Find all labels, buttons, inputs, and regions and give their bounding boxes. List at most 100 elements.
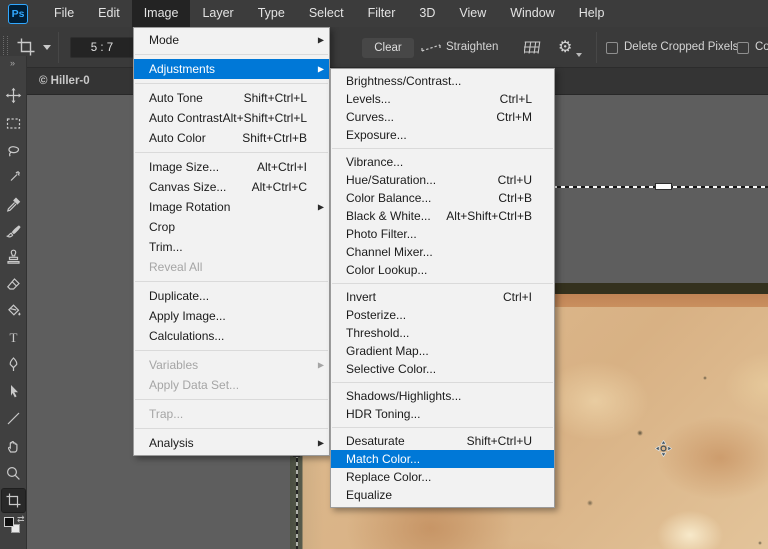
- menu-item-posterize[interactable]: Posterize...: [331, 306, 554, 324]
- menu-item-auto-color[interactable]: Auto ColorShift+Ctrl+B: [134, 128, 329, 148]
- menu-item-label: Reveal All: [149, 260, 202, 274]
- menu-item-selective-color[interactable]: Selective Color...: [331, 360, 554, 378]
- color-swatches[interactable]: ⇄: [3, 516, 25, 536]
- menu-item-image-rotation[interactable]: Image Rotation▶: [134, 197, 329, 217]
- menubar-item-help[interactable]: Help: [567, 0, 617, 27]
- menu-item-shadows-highlights[interactable]: Shadows/Highlights...: [331, 387, 554, 405]
- menubar-item-file[interactable]: File: [42, 0, 86, 27]
- menu-item-crop[interactable]: Crop: [134, 217, 329, 237]
- foreground-color-swatch[interactable]: [4, 517, 14, 527]
- menu-item-adjustments[interactable]: Adjustments▶: [134, 59, 329, 79]
- menu-item-match-color[interactable]: Match Color...: [331, 450, 554, 468]
- menu-item-duplicate[interactable]: Duplicate...: [134, 286, 329, 306]
- pen-tool-icon[interactable]: [2, 353, 25, 376]
- crop-tool-icon[interactable]: [2, 489, 25, 512]
- menu-item-label: Black & White...: [346, 209, 431, 223]
- menu-item-label: Photo Filter...: [346, 227, 417, 241]
- menu-item-label: Apply Data Set...: [149, 378, 239, 392]
- document-tab[interactable]: © Hiller-0: [39, 68, 90, 95]
- menu-item-analysis[interactable]: Analysis▶: [134, 433, 329, 453]
- menu-item-label: Auto Tone: [149, 91, 203, 105]
- adjustments-submenu: Brightness/Contrast...Levels...Ctrl+LCur…: [330, 68, 555, 508]
- menu-item-threshold[interactable]: Threshold...: [331, 324, 554, 342]
- straighten-button[interactable]: Straighten: [446, 27, 498, 68]
- move-tool-icon[interactable]: [2, 84, 25, 107]
- collapse-panel-button[interactable]: »: [0, 58, 26, 68]
- lasso-tool-icon[interactable]: [2, 139, 25, 162]
- brush-tool-icon[interactable]: [2, 220, 25, 243]
- menu-item-label: Curves...: [346, 110, 394, 124]
- delete-cropped-pixels-label: Delete Cropped Pixels: [624, 27, 738, 68]
- menu-item-vibrance[interactable]: Vibrance...: [331, 153, 554, 171]
- eyedropper-tool-icon[interactable]: [2, 193, 25, 216]
- menu-item-label: Image Rotation: [149, 200, 230, 214]
- menu-item-black-white[interactable]: Black & White...Alt+Shift+Ctrl+B: [331, 207, 554, 225]
- menu-item-gradient-map[interactable]: Gradient Map...: [331, 342, 554, 360]
- image-menu-dropdown: Mode▶Adjustments▶Auto ToneShift+Ctrl+LAu…: [133, 27, 330, 456]
- gear-icon[interactable]: ⚙: [558, 27, 572, 68]
- menu-item-calculations[interactable]: Calculations...: [134, 326, 329, 346]
- menu-item-canvas-size[interactable]: Canvas Size...Alt+Ctrl+C: [134, 177, 329, 197]
- zoom-tool-icon[interactable]: [2, 462, 25, 485]
- straighten-icon[interactable]: [420, 40, 442, 59]
- overlay-grid-icon[interactable]: [524, 40, 541, 60]
- menu-item-hdr-toning[interactable]: HDR Toning...: [331, 405, 554, 423]
- menu-item-label: Mode: [149, 33, 179, 47]
- crop-pivot-crosshair[interactable]: [654, 439, 673, 458]
- clone-stamp-tool-icon[interactable]: [2, 246, 25, 269]
- paint-bucket-tool-icon[interactable]: [2, 299, 25, 322]
- menubar-item-layer[interactable]: Layer: [190, 0, 245, 27]
- magic-wand-tool-icon[interactable]: [2, 166, 25, 189]
- menu-item-replace-color[interactable]: Replace Color...: [331, 468, 554, 486]
- menu-item-invert[interactable]: InvertCtrl+I: [331, 288, 554, 306]
- menu-item-trim[interactable]: Trim...: [134, 237, 329, 257]
- eraser-tool-icon[interactable]: [2, 273, 25, 296]
- menu-item-desaturate[interactable]: DesaturateShift+Ctrl+U: [331, 432, 554, 450]
- content-aware-checkbox[interactable]: [737, 42, 749, 54]
- menubar-item-select[interactable]: Select: [297, 0, 356, 27]
- path-select-tool-icon[interactable]: [2, 380, 25, 403]
- menu-item-photo-filter[interactable]: Photo Filter...: [331, 225, 554, 243]
- menu-item-label: Crop: [149, 220, 175, 234]
- crop-ratio-field[interactable]: 5 : 7: [70, 37, 134, 58]
- menu-item-equalize[interactable]: Equalize: [331, 486, 554, 504]
- submenu-arrow-icon: ▶: [318, 64, 324, 73]
- photoshop-logo: Ps: [8, 4, 28, 24]
- clear-button[interactable]: Clear: [362, 38, 414, 58]
- type-tool-icon[interactable]: T: [2, 326, 25, 349]
- menubar-item-type[interactable]: Type: [246, 0, 297, 27]
- menu-item-shortcut: Alt+Ctrl+I: [257, 160, 321, 174]
- menu-item-curves[interactable]: Curves... Ctrl+M: [331, 108, 554, 126]
- chevron-down-icon[interactable]: [43, 45, 51, 50]
- menubar-item-window[interactable]: Window: [498, 0, 566, 27]
- content-aware-label: Cont: [755, 27, 768, 68]
- submenu-arrow-icon: ▶: [318, 35, 324, 44]
- crop-handle-top-center[interactable]: [655, 183, 672, 190]
- menu-item-brightness-contrast[interactable]: Brightness/Contrast...: [331, 72, 554, 90]
- marquee-tool-icon[interactable]: [2, 112, 25, 135]
- menu-item-hue-saturation[interactable]: Hue/Saturation...Ctrl+U: [331, 171, 554, 189]
- menu-item-apply-image[interactable]: Apply Image...: [134, 306, 329, 326]
- menu-item-label: Hue/Saturation...: [346, 173, 436, 187]
- menu-item-color-balance[interactable]: Color Balance...Ctrl+B: [331, 189, 554, 207]
- line-tool-icon[interactable]: [2, 407, 25, 430]
- menubar-item-filter[interactable]: Filter: [356, 0, 408, 27]
- menu-item-shortcut: Ctrl+M: [496, 110, 546, 124]
- menu-item-label: Auto Contrast: [149, 111, 222, 125]
- menu-item-exposure[interactable]: Exposure...: [331, 126, 554, 144]
- menubar-item-3d[interactable]: 3D: [407, 0, 447, 27]
- menu-item-image-size[interactable]: Image Size...Alt+Ctrl+I: [134, 157, 329, 177]
- menu-item-mode[interactable]: Mode ▶: [134, 30, 329, 50]
- swap-colors-icon[interactable]: ⇄: [17, 514, 25, 525]
- menubar-item-edit[interactable]: Edit: [86, 0, 132, 27]
- menu-item-levels[interactable]: Levels...Ctrl+L: [331, 90, 554, 108]
- menu-item-auto-contrast[interactable]: Auto ContrastAlt+Shift+Ctrl+L: [134, 108, 329, 128]
- hand-tool-icon[interactable]: [2, 435, 25, 458]
- crop-tool-icon[interactable]: [15, 36, 37, 58]
- menubar-item-image[interactable]: Image: [132, 0, 191, 27]
- menu-item-auto-tone[interactable]: Auto ToneShift+Ctrl+L: [134, 88, 329, 108]
- menu-item-channel-mixer[interactable]: Channel Mixer...: [331, 243, 554, 261]
- menubar-item-view[interactable]: View: [447, 0, 498, 27]
- delete-cropped-pixels-checkbox[interactable]: [606, 42, 618, 54]
- menu-item-color-lookup[interactable]: Color Lookup...: [331, 261, 554, 279]
